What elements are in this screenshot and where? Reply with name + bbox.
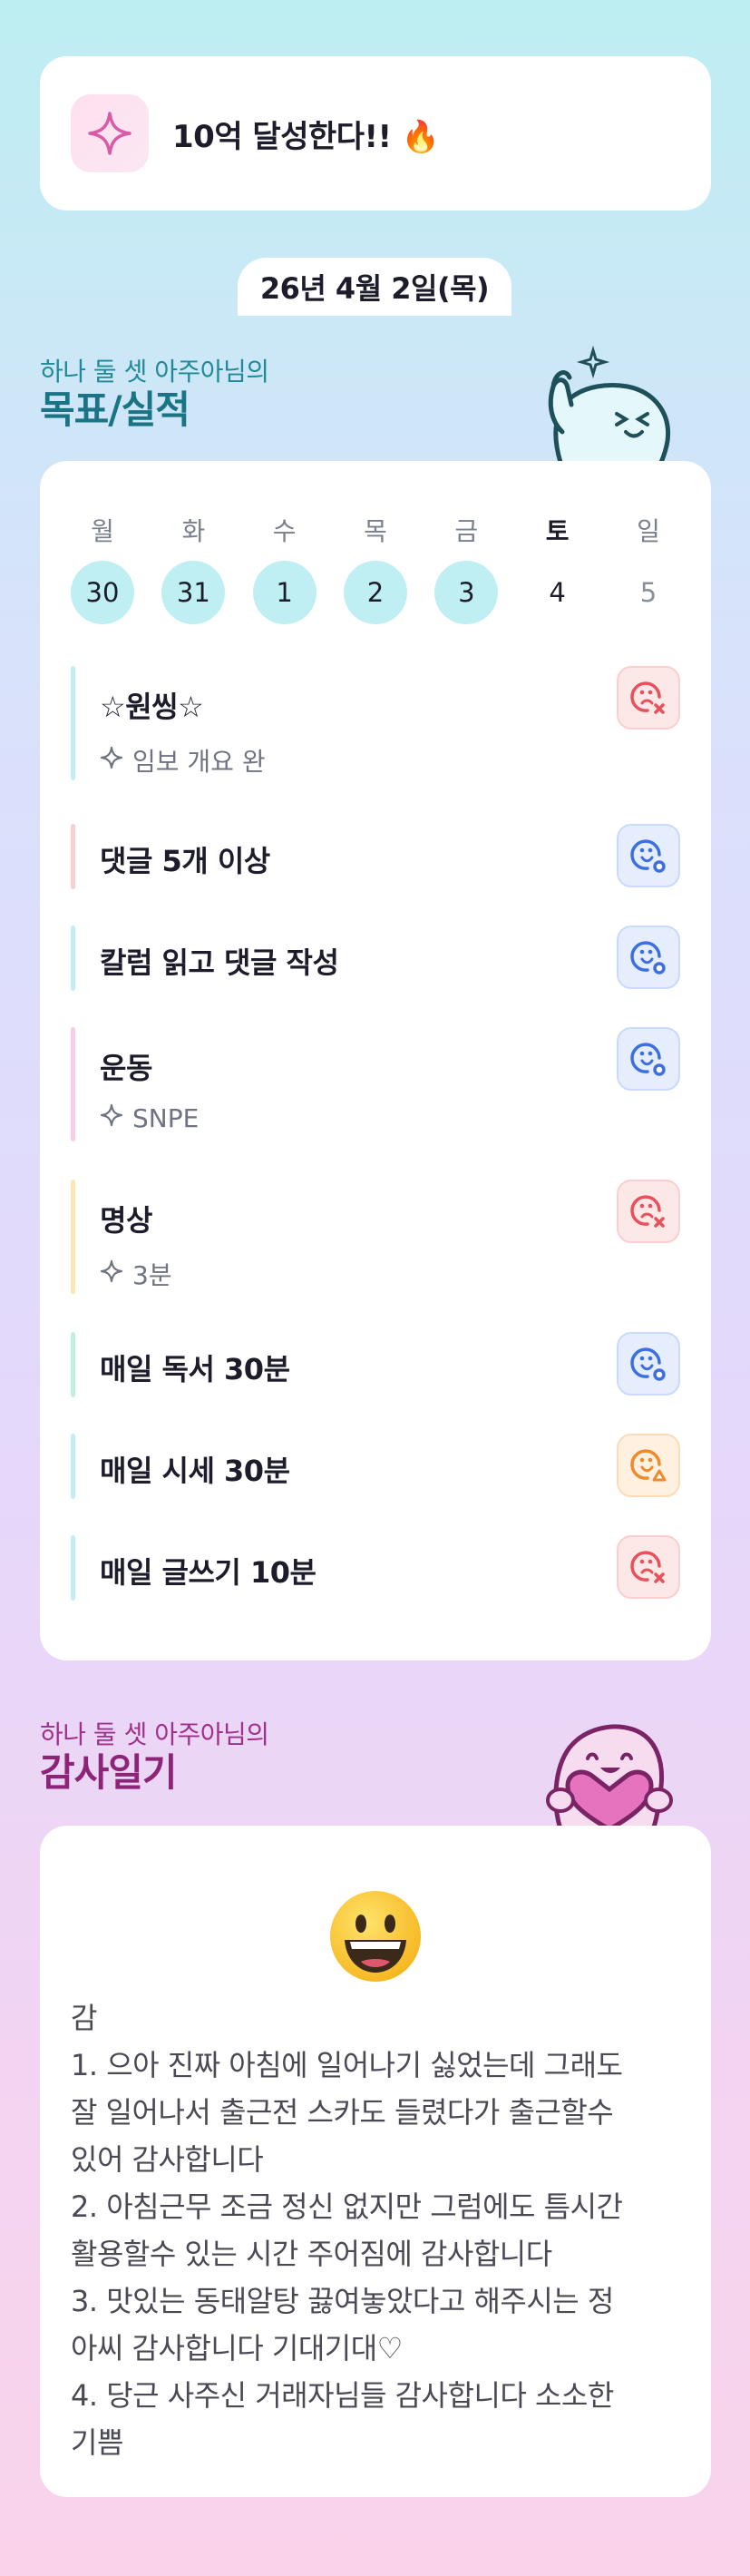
day-number: 31 (161, 561, 226, 624)
task-name: 운동 (100, 1051, 152, 1085)
task-name: 댓글 5개 이상 (100, 844, 270, 878)
day-0[interactable]: 월 30 (71, 512, 134, 624)
status-fail-icon[interactable] (617, 1180, 680, 1243)
date-label[interactable]: 26년 4월 2일(목) (238, 258, 511, 316)
task-subtask-label: SNPE (132, 1103, 200, 1133)
day-label: 수 (272, 516, 297, 546)
journal-line: 감 (71, 2001, 97, 2035)
task-name: 매일 글쓰기 10분 (100, 1555, 317, 1590)
journal-line: 2. 아침근무 조금 정신 없지만 그럼에도 틈시간 (71, 2189, 623, 2224)
mascot-thumbs-up-icon (535, 341, 680, 472)
task-subtask: SNPE (100, 1103, 199, 1133)
task-color-bar (71, 666, 75, 780)
status-fail-icon[interactable] (617, 666, 680, 730)
journal-line: 잘 일어나서 출근전 스카도 들렸다가 출근할수 (71, 2095, 614, 2130)
status-done-icon[interactable] (617, 824, 680, 887)
task-subtask-label: 임보 개요 완 (132, 747, 266, 777)
day-label: 월 (91, 516, 114, 546)
task-row[interactable]: 매일 독서 30분 (71, 1332, 680, 1397)
day-label: 일 (637, 516, 660, 546)
task-color-bar (71, 824, 75, 889)
task-color-bar (71, 1535, 75, 1601)
task-color-bar (71, 1180, 75, 1294)
sparkle-icon (100, 746, 132, 776)
task-row[interactable]: 명상 3분 (71, 1180, 680, 1294)
journal-text: 감 1. 으아 진짜 아침에 일어나기 싫었는데 그래도잘 일어나서 출근전 스카… (71, 1994, 675, 2466)
task-color-bar (71, 1027, 75, 1141)
task-name: 칼럼 읽고 댓글 작성 (100, 945, 339, 980)
day-number: 2 (343, 561, 407, 624)
day-2[interactable]: 수1 (252, 512, 317, 624)
day-label: 화 (181, 516, 206, 546)
day-label: 목 (364, 516, 387, 546)
grinning-face-icon (328, 1889, 423, 1987)
goal-text: 10억 달성한다!! 🔥 (172, 118, 440, 155)
task-row[interactable]: 칼럼 읽고 댓글 작성 (71, 926, 680, 991)
status-done-icon[interactable] (617, 1027, 680, 1091)
task-row[interactable]: 댓글 5개 이상 (71, 824, 680, 889)
journal-line: 아씨 감사합니다 기대기대♡ (71, 2331, 403, 2365)
status-done-icon[interactable] (617, 926, 680, 989)
task-subtask: 임보 개요 완 (100, 742, 266, 779)
journal-line: 있어 감사합니다 (71, 2142, 264, 2177)
week-strip: 월 30 화 31 수 1 목 2 금 3 토 4 일 5 (71, 512, 680, 624)
status-partial-icon[interactable] (617, 1434, 680, 1497)
goals-title: 목표/실적 (40, 387, 190, 432)
day-label: 토 (545, 516, 570, 546)
task-name: 매일 독서 30분 (100, 1352, 290, 1386)
goals-card: 월 30 화 31 수 1 목 2 금 3 토 4 일 5 ☆원씽☆ 임보 개요 완 댓글 5개 이상 칼럼… (40, 461, 711, 1660)
day-number: 1 (252, 561, 317, 624)
day-1[interactable]: 화 31 (161, 512, 226, 624)
day-number: 30 (71, 561, 134, 624)
task-row[interactable]: ☆원씽☆ 임보 개요 완 (71, 666, 680, 780)
day-4[interactable]: 금3 (434, 512, 499, 624)
sparkle-icon (100, 1103, 132, 1133)
task-name: 매일 시세 30분 (100, 1454, 290, 1488)
journal-line: 4. 당근 사주신 거래자님들 감사합니다 소소한 (71, 2378, 614, 2413)
task-subtask: 3분 (100, 1256, 172, 1292)
task-color-bar (71, 926, 75, 991)
journal-line: 1. 으아 진짜 아침에 일어나기 싫었는데 그래도 (71, 2048, 623, 2082)
task-row[interactable]: 운동 SNPE (71, 1027, 680, 1141)
status-done-icon[interactable] (617, 1332, 680, 1396)
task-color-bar (71, 1434, 75, 1499)
task-subtask-label: 3분 (132, 1260, 172, 1290)
day-6[interactable]: 일5 (617, 512, 680, 624)
day-label: 금 (454, 516, 479, 546)
sparkle-icon (100, 1259, 132, 1289)
journal-line: 기쁨 (71, 2425, 123, 2460)
day-number: 3 (434, 561, 499, 624)
goal-banner[interactable]: 10억 달성한다!! 🔥 (40, 56, 711, 211)
sparkle-icon (71, 94, 149, 172)
task-name: ☆원씽☆ (100, 690, 204, 724)
task-row[interactable]: 매일 시세 30분 (71, 1434, 680, 1499)
mascot-heart-icon (533, 1706, 684, 1833)
day-number: 5 (639, 577, 657, 608)
status-fail-icon[interactable] (617, 1535, 680, 1599)
task-row[interactable]: 매일 글쓰기 10분 (71, 1535, 680, 1601)
journal-line: 3. 맛있는 동태알탕 끓여놓았다고 해주시는 정 (71, 2284, 614, 2318)
day-5[interactable]: 토4 (526, 512, 589, 624)
task-name: 명상 (100, 1203, 152, 1238)
thanks-title: 감사일기 (40, 1750, 178, 1795)
task-color-bar (71, 1332, 75, 1397)
day-3[interactable]: 목2 (343, 512, 407, 624)
day-number: 4 (549, 577, 566, 608)
journal-line: 활용할수 있는 시간 주어짐에 감사합니다 (71, 2237, 552, 2271)
thanks-card: 감 1. 으아 진짜 아침에 일어나기 싫었는데 그래도잘 일어나서 출근전 스카… (40, 1826, 711, 2497)
